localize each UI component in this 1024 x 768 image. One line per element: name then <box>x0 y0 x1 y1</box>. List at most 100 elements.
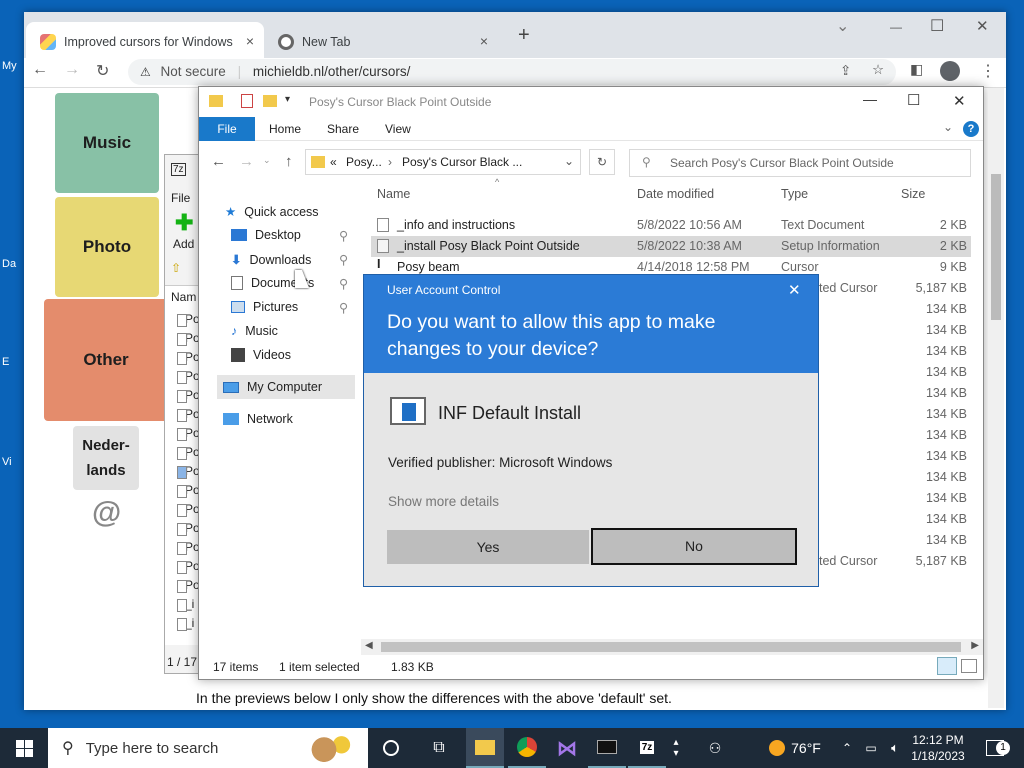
search-box[interactable]: ⚲ Search Posy's Cursor Black Point Outsi… <box>629 149 971 177</box>
photo-tile[interactable]: Photo <box>55 197 159 297</box>
ribbon-tab-home[interactable]: Home <box>269 117 301 141</box>
reload-button[interactable]: ↻ <box>96 61 109 81</box>
nav-music[interactable]: ♪ Music <box>231 324 278 338</box>
new-tab-button[interactable]: + <box>518 24 530 47</box>
close-tab-icon[interactable]: × <box>246 33 254 49</box>
uac-close-button[interactable]: ✕ <box>788 281 801 299</box>
file-row[interactable]: _info and instructions 5/8/2022 10:56 AM… <box>371 215 971 236</box>
desktop-label-4: Vi <box>2 456 12 468</box>
scroll-left-icon[interactable]: ◀ <box>365 640 373 651</box>
nav-network[interactable]: Network <box>223 412 293 426</box>
minimize-button[interactable]: — <box>890 20 902 34</box>
column-header-name[interactable]: Name <box>377 187 410 201</box>
folder-up-icon[interactable]: ⇧ <box>171 261 181 275</box>
taskbar-visual-studio[interactable]: ⋈ <box>548 728 586 768</box>
music-tile[interactable]: Music <box>55 93 159 193</box>
taskbar-explorer[interactable] <box>466 728 504 768</box>
back-button[interactable]: ← <box>32 61 48 79</box>
forward-icon[interactable]: → <box>239 153 254 170</box>
ribbon-tab-share[interactable]: Share <box>327 117 359 141</box>
pin-icon[interactable]: ⚲ <box>339 228 348 243</box>
recent-locations-icon[interactable]: ⌄ <box>263 155 271 166</box>
close-tab-icon[interactable]: × <box>480 33 488 49</box>
horizontal-scrollbar[interactable]: ◀ ▶ <box>361 639 983 655</box>
start-button[interactable] <box>0 728 48 768</box>
tab-new-tab[interactable]: New Tab × <box>264 22 498 58</box>
column-header-type[interactable]: Type <box>781 187 808 201</box>
nav-downloads[interactable]: ⬇ Downloads ⚲ <box>231 252 348 268</box>
tab-cursors[interactable]: Improved cursors for Windows 1 × <box>26 22 264 58</box>
forward-button[interactable]: → <box>64 61 80 79</box>
expand-ribbon-icon[interactable]: ⌄ <box>943 120 953 134</box>
pin-icon[interactable]: ⚲ <box>339 300 348 315</box>
help-icon[interactable]: ? <box>963 121 979 137</box>
maximize-button[interactable]: ☐ <box>930 16 944 36</box>
other-tile[interactable]: Other <box>44 299 168 421</box>
contact-at-icon[interactable]: @ <box>92 496 121 530</box>
scroll-right-icon[interactable]: ▶ <box>971 640 979 651</box>
taskbar-7zip[interactable]: 7z <box>628 728 666 768</box>
pin-icon[interactable]: ⚲ <box>339 252 348 267</box>
menu-kebab-icon[interactable]: ⋮ <box>980 61 996 81</box>
ribbon-tab-file[interactable]: File <box>199 117 255 141</box>
tray-chevron-icon[interactable]: ⌃ <box>838 728 856 768</box>
nav-desktop[interactable]: Desktop ⚲ <box>231 228 348 243</box>
address-bar[interactable]: ⚠ Not secure | michieldb.nl/other/cursor… <box>128 59 896 85</box>
pin-icon[interactable]: ⚲ <box>339 276 348 291</box>
nav-my-computer[interactable]: My Computer <box>223 380 322 394</box>
nav-quick-access[interactable]: ★ Quick access <box>225 204 319 220</box>
add-button-label[interactable]: Add <box>173 237 194 251</box>
minimize-button[interactable]: — <box>863 91 877 107</box>
ribbon-tab-view[interactable]: View <box>385 117 411 141</box>
bookmark-star-icon[interactable]: ☆ <box>872 62 884 78</box>
column-header-date[interactable]: Date modified <box>637 187 714 201</box>
address-dropdown-icon[interactable]: ⌄ <box>564 154 574 168</box>
language-tile[interactable]: Neder- lands <box>73 426 139 490</box>
tab-search-icon[interactable]: ⌄ <box>836 16 849 36</box>
name-column-header[interactable]: Nam <box>171 290 196 304</box>
profile-avatar-icon[interactable] <box>940 61 960 81</box>
share-icon[interactable]: ⇪ <box>840 63 851 79</box>
uac-no-button[interactable]: No <box>591 528 797 565</box>
breadcrumb[interactable]: « Posy... › Posy's Cursor Black ... ⌄ <box>305 149 581 175</box>
column-header-size[interactable]: Size <box>901 187 925 201</box>
close-button[interactable]: ✕ <box>953 92 966 110</box>
sevenzip-file-menu[interactable]: File <box>171 191 190 205</box>
volume-icon[interactable]: 🔈︎ <box>884 728 906 768</box>
notification-center[interactable]: 1 <box>978 728 1012 768</box>
taskbar-search-box[interactable]: ⚲ Type here to search <box>48 728 368 768</box>
task-view-icon[interactable]: ⧉ <box>420 728 458 768</box>
taskbar-overflow[interactable]: ▴ ▾ <box>668 728 684 768</box>
breadcrumb-parent[interactable]: Posy... <box>346 155 382 169</box>
task-view-button[interactable] <box>372 728 410 768</box>
maximize-button[interactable]: ☐ <box>907 91 920 109</box>
uac-show-more-details[interactable]: Show more details <box>388 494 499 509</box>
new-folder-icon[interactable] <box>263 95 277 107</box>
people-icon[interactable]: ⚇ <box>700 728 730 768</box>
not-secure-label: Not secure <box>160 64 226 79</box>
refresh-button[interactable]: ↻ <box>589 149 615 175</box>
network-tray-icon[interactable]: ▭ <box>860 728 882 768</box>
clock[interactable]: 12:12 PM 1/18/2023 <box>906 728 970 768</box>
side-panel-icon[interactable]: ◧ <box>910 61 923 78</box>
file-type-partial: ted Cursor <box>819 281 878 295</box>
weather-widget[interactable]: 76°F <box>760 728 830 768</box>
taskbar-chrome[interactable] <box>508 728 546 768</box>
large-icons-view-icon[interactable] <box>961 659 977 673</box>
nav-videos[interactable]: Videos <box>231 348 291 362</box>
close-button[interactable]: ✕ <box>976 17 989 35</box>
nav-pictures[interactable]: Pictures ⚲ <box>231 300 348 315</box>
add-icon[interactable]: ✚ <box>175 212 193 234</box>
customize-toolbar-icon[interactable]: ▾ <box>285 94 290 105</box>
up-folder-icon[interactable]: ↑ <box>285 153 293 170</box>
uac-yes-button[interactable]: Yes <box>387 530 589 564</box>
back-icon[interactable]: ← <box>211 153 226 170</box>
taskbar-terminal[interactable] <box>588 728 626 768</box>
breadcrumb-current[interactable]: Posy's Cursor Black ... <box>402 155 522 169</box>
file-row-selected[interactable]: _install Posy Black Point Outside 5/8/20… <box>371 236 971 257</box>
details-view-icon[interactable] <box>937 657 957 675</box>
page-scrollbar[interactable] <box>988 88 1004 708</box>
scroll-thumb[interactable] <box>991 174 1001 320</box>
properties-icon[interactable] <box>241 94 253 108</box>
scroll-thumb[interactable] <box>381 642 961 652</box>
